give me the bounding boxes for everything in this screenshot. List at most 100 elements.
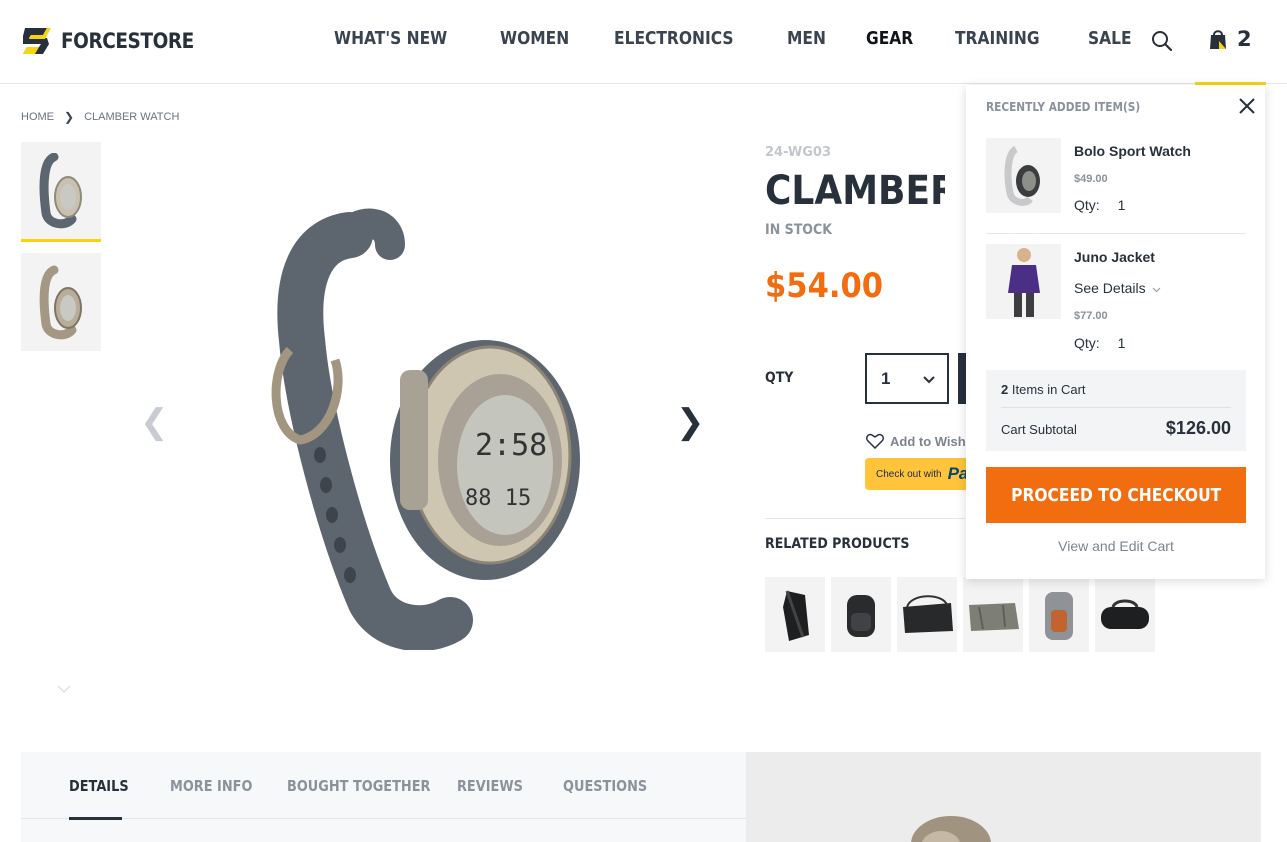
qty-label: QTY <box>765 370 794 386</box>
bag-image <box>903 594 953 633</box>
nav-women[interactable]: WOMEN <box>500 28 569 49</box>
breadcrumb-separator-icon: ❯ <box>64 110 75 124</box>
tab-questions[interactable]: QUESTIONS <box>563 777 647 795</box>
qty-input[interactable]: 1 <box>1118 335 1138 351</box>
related-product-sling-bag[interactable] <box>765 577 825 652</box>
svg-text:88 15: 88 15 <box>465 486 531 511</box>
shopping-bag-icon <box>1210 30 1226 49</box>
minicart-item: Bolo Sport Watch $49.00 Qty: 1 <box>986 138 1246 228</box>
main-nav: WHAT'S NEW WOMEN ELECTRONICS MEN GEAR TR… <box>334 28 1172 49</box>
chevron-down-icon <box>923 376 935 384</box>
gallery-thumb-2[interactable] <box>21 253 101 351</box>
breadcrumb-current: CLAMBER WATCH <box>84 111 180 123</box>
watch-thumb-image <box>39 152 82 228</box>
subtotal-value: $126.00 <box>1165 418 1231 438</box>
stock-status: IN STOCK <box>765 222 833 238</box>
qty-select[interactable]: 1 <box>865 353 949 404</box>
gallery-next-button[interactable]: ❯ <box>676 402 705 442</box>
backpack-image <box>847 594 875 637</box>
item-name[interactable]: Juno Jacket <box>1074 249 1155 265</box>
tab-bought-together[interactable]: BOUGHT TOGETHER <box>287 777 430 795</box>
related-product-messenger-bag[interactable] <box>897 577 957 652</box>
product-tabs <box>21 752 746 842</box>
breadcrumb: HOME ❯ CLAMBER WATCH <box>21 110 179 124</box>
tab-details[interactable]: DETAILS <box>69 777 129 795</box>
qty-label: Qty: <box>1074 197 1100 213</box>
backpack-image <box>783 590 809 641</box>
minicart-dropdown: RECENTLY ADDED ITEM(S) Bolo Sport Watch … <box>966 85 1265 579</box>
see-details-label: See Details <box>1074 280 1146 296</box>
heart-icon <box>866 433 884 449</box>
qty-value: 1 <box>881 368 891 388</box>
search-icon[interactable] <box>1151 30 1173 52</box>
item-qty: Qty: 1 <box>1074 197 1138 213</box>
paypal-checkout-button[interactable]: Check out with PayPal <box>865 458 966 490</box>
items-count-number: 2 <box>1001 382 1009 397</box>
qty-input[interactable]: 1 <box>1118 197 1138 213</box>
chevron-down-icon[interactable] <box>56 684 72 694</box>
gallery-prev-button[interactable]: ❮ <box>140 402 169 442</box>
site-header: FORCESTORE WHAT'S NEW WOMEN ELECTRONICS … <box>0 0 1287 85</box>
backpack-image <box>1045 591 1073 640</box>
item-price: $77.00 <box>1074 310 1108 322</box>
nav-sale[interactable]: SALE <box>1088 28 1132 49</box>
cart-count: 2 <box>1237 27 1252 51</box>
logo[interactable]: FORCESTORE <box>21 24 212 58</box>
item-divider <box>986 233 1245 234</box>
watch-image <box>1004 145 1040 206</box>
tab-reviews[interactable]: REVIEWS <box>457 777 523 795</box>
item-qty: Qty: 1 <box>1074 335 1138 351</box>
paypal-logo: PayPal <box>947 464 966 483</box>
item-name[interactable]: Bolo Sport Watch <box>1074 143 1191 159</box>
minicart-item: Juno Jacket See Details $77.00 Qty: 1 <box>986 244 1246 364</box>
cart-summary: 2 Items in Cart Cart Subtotal $126.00 <box>986 370 1246 451</box>
minicart-button[interactable]: 2 <box>1208 27 1252 51</box>
product-price: $54.00 <box>765 266 884 306</box>
see-details-toggle[interactable]: See Details <box>1074 280 1161 296</box>
product-main-image: 2:58 88 15 <box>271 208 580 650</box>
related-products-list <box>765 577 1155 652</box>
related-product-hiking-pack[interactable] <box>1029 577 1089 652</box>
items-count: 2 Items in Cart <box>1001 382 1086 397</box>
brand-name: FORCESTORE <box>61 29 194 53</box>
watch-thumb-image <box>39 265 82 340</box>
logo-icon <box>23 28 51 54</box>
duffel-image <box>1101 599 1149 629</box>
nav-training[interactable]: TRAINING <box>955 28 1040 49</box>
subtotal-label: Cart Subtotal <box>1001 422 1077 437</box>
checkout-label: PROCEED TO CHECKOUT <box>1010 484 1222 506</box>
gallery-thumb-1[interactable] <box>21 142 101 242</box>
close-icon[interactable] <box>1238 97 1256 115</box>
svg-text:2:58: 2:58 <box>475 428 547 463</box>
tabs-divider <box>21 818 746 819</box>
paypal-prefix: Check out with <box>876 468 942 480</box>
product-title: CLAMBER WATCH <box>765 168 945 214</box>
qty-label: Qty: <box>1074 335 1100 351</box>
related-products-title: RELATED PRODUCTS <box>765 536 910 552</box>
jacket-image <box>1007 247 1040 317</box>
related-product-backpack[interactable] <box>831 577 891 652</box>
items-count-text: Items in Cart <box>1011 382 1086 397</box>
related-product-duffel[interactable] <box>1095 577 1155 652</box>
proceed-to-checkout-button[interactable]: PROCEED TO CHECKOUT <box>986 467 1246 523</box>
view-edit-cart-link[interactable]: View and Edit Cart <box>986 538 1246 554</box>
divider <box>765 518 965 519</box>
product-sku: 24-WG03 <box>765 145 832 160</box>
chevron-down-icon <box>1153 287 1161 293</box>
tab-more-info[interactable]: MORE INFO <box>170 777 252 795</box>
bag-image <box>969 602 1019 631</box>
nav-men[interactable]: MEN <box>787 28 826 49</box>
item-thumbnail[interactable] <box>986 138 1061 213</box>
nav-gear[interactable]: GEAR <box>866 28 913 49</box>
watch-detail-image <box>911 816 991 842</box>
nav-whats-new[interactable]: WHAT'S NEW <box>334 28 447 49</box>
related-product-gray-bag[interactable] <box>963 577 1023 652</box>
nav-electronics[interactable]: ELECTRONICS <box>614 28 734 49</box>
summary-divider <box>1001 407 1231 408</box>
item-price: $49.00 <box>1074 173 1108 185</box>
active-tab-indicator <box>69 817 122 820</box>
item-thumbnail[interactable] <box>986 244 1061 319</box>
breadcrumb-home[interactable]: HOME <box>21 111 54 123</box>
minicart-heading: RECENTLY ADDED ITEM(S) <box>986 100 1141 114</box>
add-to-cart-button[interactable] <box>958 353 966 404</box>
